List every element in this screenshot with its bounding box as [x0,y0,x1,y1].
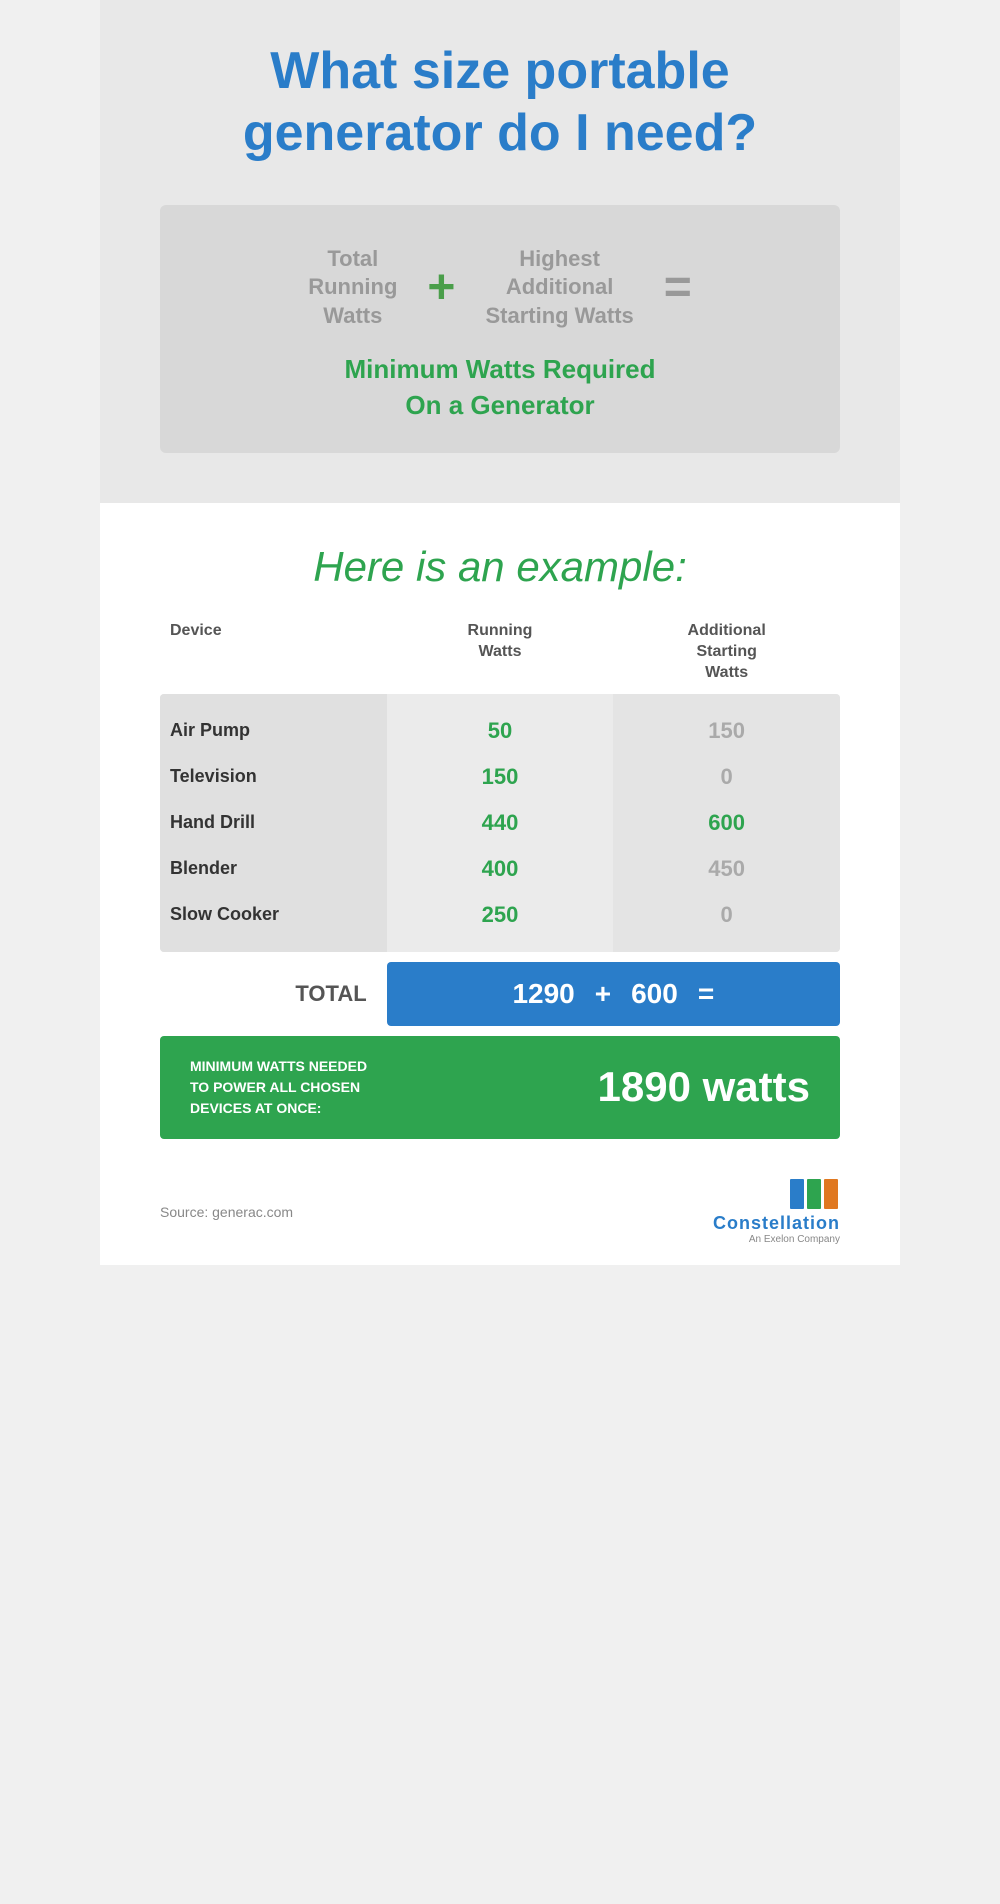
min-watts-label: MINIMUM WATTS NEEDEDTO POWER ALL CHOSEND… [190,1056,578,1119]
starting-air-pump: 150 [623,708,830,754]
table-header-row: Device RunningWatts AdditionalStartingWa… [160,621,840,693]
equals-operator: = [664,264,692,312]
bottom-section: Here is an example: Device RunningWatts … [100,503,900,1158]
logo-area: Constellation An Exelon Company [713,1179,840,1245]
device-blender: Blender [170,847,377,890]
running-television: 150 [397,754,604,800]
total-plus: + [595,978,611,1010]
formula-area: Total Running Watts + Highest Additional… [160,205,840,454]
total-values: 1290 + 600 = [387,962,840,1026]
footer: Source: generac.com Constellation An Exe… [100,1159,900,1265]
starting-slow-cooker: 0 [623,892,830,938]
starting-col: 150 0 600 450 0 [613,694,840,952]
device-hand-drill: Hand Drill [170,801,377,844]
total-row: TOTAL 1290 + 600 = [160,962,840,1026]
device-slow-cooker: Slow Cooker [170,893,377,936]
example-title: Here is an example: [160,543,840,591]
device-television: Television [170,755,377,798]
col-header-running: RunningWatts [387,621,614,683]
running-col: 50 150 440 400 250 [387,694,614,952]
total-starting: 600 [631,978,678,1010]
total-equals: = [698,978,714,1010]
min-watts-box: MINIMUM WATTS NEEDEDTO POWER ALL CHOSEND… [160,1036,840,1139]
formula-result: Minimum Watts Required On a Generator [344,351,655,424]
starting-hand-drill: 600 [623,800,830,846]
running-blender: 400 [397,846,604,892]
main-title: What size portable generator do I need? [160,40,840,165]
term-starting-watts: Highest Additional Starting Watts [485,245,633,331]
device-col: Air Pump Television Hand Drill Blender S… [160,694,387,952]
constellation-logo-icon [790,1179,840,1209]
starting-blender: 450 [623,846,830,892]
running-air-pump: 50 [397,708,604,754]
source-text: Source: generac.com [160,1204,293,1220]
logo-sub: An Exelon Company [749,1234,840,1245]
min-watts-value: 1890 watts [598,1063,810,1111]
col-header-device: Device [160,621,387,683]
term-running-watts: Total Running Watts [308,245,397,331]
device-air-pump: Air Pump [170,709,377,752]
data-table-inner: Air Pump Television Hand Drill Blender S… [160,694,840,952]
logo-flag [790,1179,840,1209]
col-header-starting: AdditionalStartingWatts [613,621,840,683]
total-label: TOTAL [160,981,387,1007]
starting-television: 0 [623,754,830,800]
running-hand-drill: 440 [397,800,604,846]
formula-row: Total Running Watts + Highest Additional… [308,245,692,331]
total-running: 1290 [512,978,574,1010]
table-wrapper: Device RunningWatts AdditionalStartingWa… [160,621,840,1138]
top-section: What size portable generator do I need? … [100,0,900,503]
plus-operator: + [427,264,455,312]
running-slow-cooker: 250 [397,892,604,938]
data-table: Air Pump Television Hand Drill Blender S… [160,694,840,952]
logo-name: Constellation [713,1213,840,1234]
